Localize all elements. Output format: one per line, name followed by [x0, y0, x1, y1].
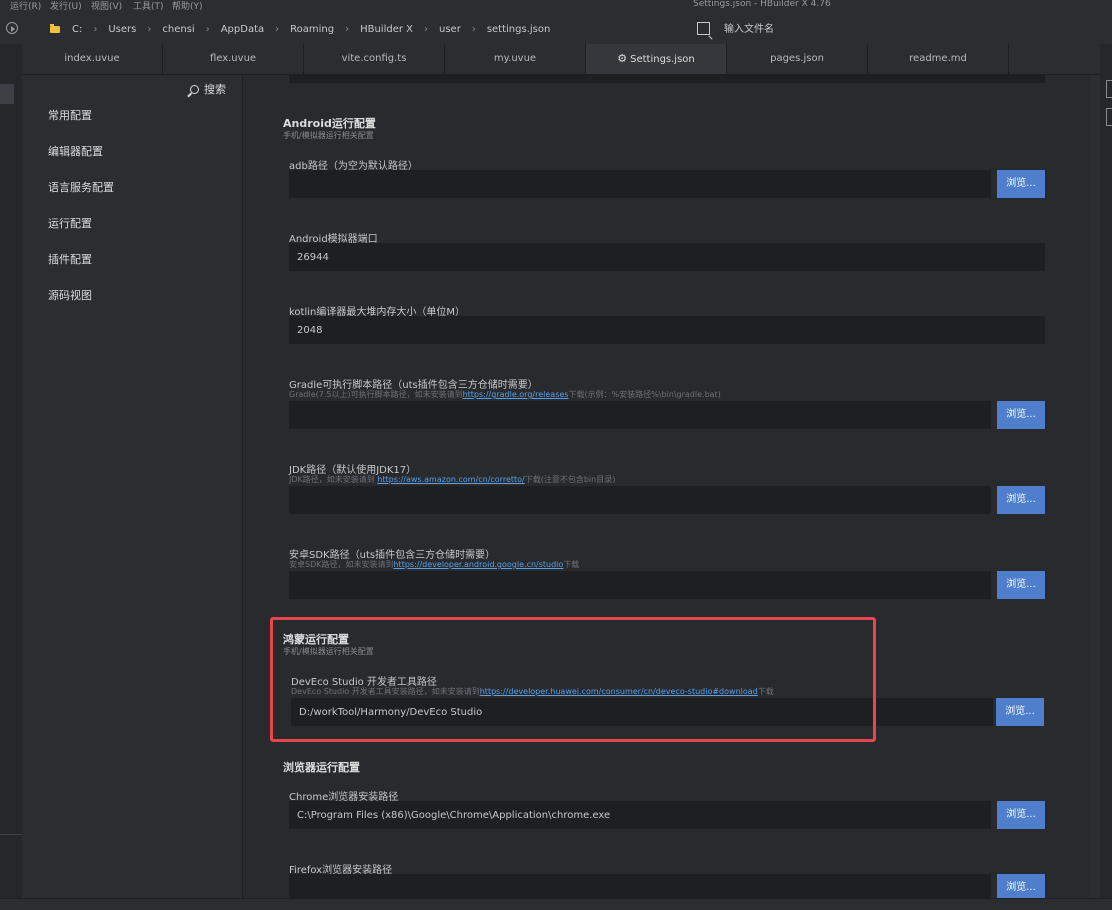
- tab-flex-uvue[interactable]: flex.uvue: [163, 44, 304, 74]
- gradle-path-input[interactable]: [289, 401, 991, 429]
- description-text: 下载(示例：%安装路径%\bin\gradle.bat): [568, 390, 721, 399]
- status-bar: [0, 898, 1112, 910]
- android-sdk-browse-button[interactable]: 浏览...: [997, 571, 1045, 599]
- android-sdk-description: 安卓SDK路径，如未安装请到https://developer.android.…: [289, 559, 579, 570]
- tab-label: vite.config.ts: [341, 53, 407, 64]
- chevron-right-icon: ›: [147, 23, 152, 35]
- settings-content: Android运行配置 手机/模拟器运行相关配置 adb路径（为空为默认路径） …: [243, 75, 1090, 898]
- search-icon: [190, 84, 199, 94]
- section-title-browser: 浏览器运行配置: [283, 761, 360, 774]
- breadcrumb-item[interactable]: settings.json: [487, 24, 551, 35]
- description-text: 安卓SDK路径，如未安装请到: [289, 560, 394, 569]
- sidebar-item-editor[interactable]: 编辑器配置: [48, 143, 103, 159]
- breadcrumb-item[interactable]: HBuilder X: [360, 24, 413, 35]
- breadcrumb-item[interactable]: user: [439, 24, 461, 35]
- tab-vite-config[interactable]: vite.config.ts: [304, 44, 445, 74]
- jdk-path-description: JDK路径，如未安装请到 https://aws.amazon.com/cn/c…: [289, 474, 615, 485]
- description-text: 下载: [563, 560, 580, 569]
- tab-label: pages.json: [770, 53, 824, 64]
- description-text: JDK路径，如未安装请到: [289, 475, 378, 484]
- gradle-path-description: Gradle(7.5以上)可执行脚本路径，如未安装请到https://gradl…: [289, 389, 721, 400]
- previous-field-edge: [289, 75, 1045, 83]
- kotlin-heap-input[interactable]: [289, 316, 1045, 344]
- sidebar-item-common[interactable]: 常用配置: [48, 107, 92, 123]
- menu-publish[interactable]: 发行(U): [50, 0, 82, 12]
- breadcrumb-item[interactable]: chensi: [162, 24, 194, 35]
- divider: [0, 834, 22, 835]
- gradle-browse-button[interactable]: 浏览...: [997, 401, 1045, 429]
- deveco-browse-button[interactable]: 浏览...: [996, 698, 1044, 726]
- section-title-android: Android运行配置: [283, 117, 376, 130]
- description-text: 下载(注意不包含bin目录): [524, 475, 616, 484]
- highlight-annotation-box: [270, 617, 876, 742]
- breadcrumb: C: › Users › chensi › AppData › Roaming › HBu…: [50, 21, 561, 37]
- adb-path-input[interactable]: [289, 170, 991, 198]
- android-sdk-download-link[interactable]: https://developer.android.google.cn/stud…: [393, 560, 563, 569]
- description-text: Gradle(7.5以上)可执行脚本路径，如未安装请到: [289, 390, 463, 399]
- panel-icon[interactable]: [1106, 80, 1112, 98]
- jdk-download-link[interactable]: https://aws.amazon.com/cn/corretto/: [377, 475, 524, 484]
- sidebar-item-plugins[interactable]: 插件配置: [48, 251, 92, 267]
- left-activity-strip: [0, 44, 22, 898]
- chrome-path-input[interactable]: [289, 801, 991, 829]
- tab-label: Settings.json: [630, 54, 695, 65]
- settings-search-button[interactable]: 搜索: [190, 81, 226, 97]
- sidebar-item-language-service[interactable]: 语言服务配置: [48, 179, 114, 195]
- right-activity-strip: [1100, 44, 1112, 898]
- emulator-port-input[interactable]: [289, 243, 1045, 271]
- menu-view[interactable]: 视图(V): [91, 0, 122, 12]
- editor-tab-bar: index.uvue flex.uvue vite.config.ts my.u…: [22, 44, 1100, 75]
- menu-help[interactable]: 帮助(Y): [172, 0, 203, 12]
- breadcrumb-item[interactable]: Roaming: [290, 24, 334, 35]
- gradle-download-link[interactable]: https://gradle.org/releases: [463, 390, 569, 399]
- sidebar-item-source-view[interactable]: 源码视图: [48, 287, 92, 303]
- breadcrumb-item[interactable]: Users: [108, 24, 136, 35]
- tab-label: index.uvue: [64, 53, 120, 64]
- tab-label: readme.md: [909, 53, 967, 64]
- menu-tools[interactable]: 工具(T): [133, 0, 164, 12]
- tab-my-uvue[interactable]: my.uvue: [445, 44, 586, 74]
- chevron-right-icon: ›: [275, 23, 280, 35]
- run-icon[interactable]: [6, 22, 18, 34]
- file-search-icon[interactable]: [697, 22, 710, 35]
- settings-sidebar: 搜索 常用配置 编辑器配置 语言服务配置 运行配置 插件配置 源码视图: [22, 75, 243, 898]
- breadcrumb-item[interactable]: AppData: [221, 24, 264, 35]
- breadcrumb-item[interactable]: C:: [72, 24, 82, 35]
- android-sdk-input[interactable]: [289, 571, 991, 599]
- panel-icon[interactable]: [1106, 108, 1112, 126]
- firefox-browse-button[interactable]: 浏览...: [997, 874, 1045, 898]
- file-search-input[interactable]: [724, 21, 1094, 37]
- tab-label: flex.uvue: [209, 53, 257, 64]
- menu-run[interactable]: 运行(R): [10, 0, 41, 12]
- chrome-browse-button[interactable]: 浏览...: [997, 801, 1045, 829]
- adb-browse-button[interactable]: 浏览...: [997, 170, 1045, 198]
- sidebar-item-run[interactable]: 运行配置: [48, 215, 92, 231]
- tab-pages-json[interactable]: pages.json: [727, 44, 868, 74]
- firefox-path-input[interactable]: [289, 874, 991, 898]
- jdk-browse-button[interactable]: 浏览...: [997, 486, 1045, 514]
- chevron-right-icon: ›: [424, 23, 428, 35]
- tab-settings-json[interactable]: ⚙ Settings.json: [586, 44, 727, 74]
- search-label: 搜索: [204, 83, 226, 96]
- menu-bar: 运行(R) 发行(U) 视图(V) 工具(T) 帮助(Y) Settings.j…: [0, 0, 1112, 12]
- window-title: Settings.json - HBuilder X 4.76: [693, 0, 831, 9]
- tab-readme-md[interactable]: readme.md: [868, 44, 1009, 74]
- chevron-right-icon: ›: [471, 23, 476, 35]
- folder-icon: [50, 23, 60, 33]
- gear-icon: ⚙: [617, 52, 628, 65]
- chevron-right-icon: ›: [93, 23, 98, 35]
- section-subtitle-android: 手机/模拟器运行相关配置: [283, 131, 374, 140]
- chevron-right-icon: ›: [205, 23, 210, 35]
- tab-index-uvue[interactable]: index.uvue: [22, 44, 163, 74]
- jdk-path-input[interactable]: [289, 486, 991, 514]
- chevron-right-icon: ›: [345, 23, 350, 35]
- address-bar: C: › Users › chensi › AppData › Roaming › HBu…: [0, 12, 1112, 44]
- strip-selection[interactable]: [0, 84, 14, 104]
- tab-label: my.uvue: [493, 53, 537, 64]
